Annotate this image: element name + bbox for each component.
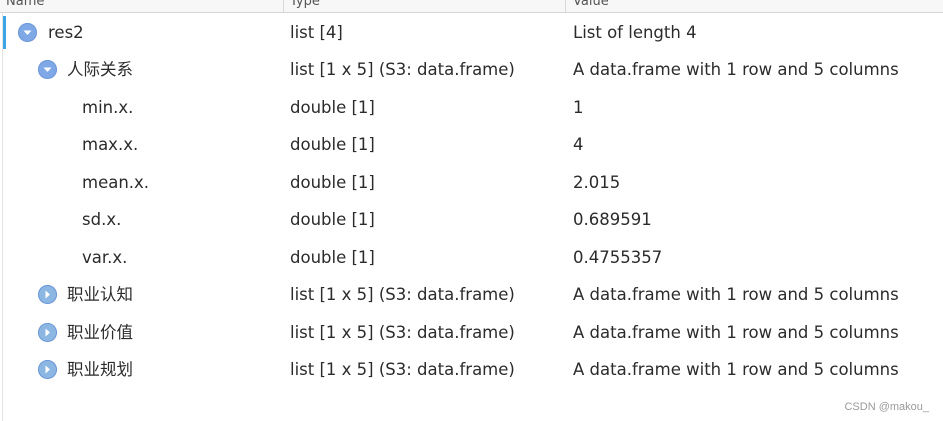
row-value: 1	[573, 98, 584, 117]
row-value: List of length 4	[573, 23, 697, 42]
row-type: double [1]	[290, 248, 375, 267]
chevron-down-icon[interactable]	[18, 23, 37, 42]
row-type: list [1 x 5] (S3: data.frame)	[290, 60, 515, 79]
row-value: A data.frame with 1 row and 5 columns	[573, 323, 899, 342]
row-value: 0.4755357	[573, 248, 663, 267]
selection-indicator	[3, 16, 6, 49]
tree-row-group-3[interactable]: 职业价值 list [1 x 5] (S3: data.frame) A dat…	[0, 314, 943, 351]
row-name: min.x.	[82, 98, 134, 117]
row-name: 人际关系	[67, 60, 133, 79]
column-header-type[interactable]: Type	[290, 0, 320, 10]
chevron-right-icon[interactable]	[38, 360, 57, 379]
row-name: 职业价值	[67, 323, 133, 342]
row-type: double [1]	[290, 135, 375, 154]
row-name: 职业认知	[67, 285, 133, 304]
row-type: double [1]	[290, 98, 375, 117]
column-divider[interactable]	[283, 0, 284, 12]
row-value: 2.015	[573, 173, 621, 192]
column-header-bar: Name Type Value	[0, 0, 943, 13]
row-value: A data.frame with 1 row and 5 columns	[573, 360, 899, 379]
row-value: 0.689591	[573, 210, 652, 229]
row-name: res2	[48, 23, 84, 42]
row-type: double [1]	[290, 210, 375, 229]
row-name: max.x.	[82, 135, 139, 154]
row-type: list [1 x 5] (S3: data.frame)	[290, 360, 515, 379]
row-type: double [1]	[290, 173, 375, 192]
tree-row-max-x[interactable]: max.x. double [1] 4	[0, 126, 943, 163]
row-value: A data.frame with 1 row and 5 columns	[573, 285, 899, 304]
tree-row-group-2[interactable]: 职业认知 list [1 x 5] (S3: data.frame) A dat…	[0, 276, 943, 313]
row-value: A data.frame with 1 row and 5 columns	[573, 60, 899, 79]
chevron-right-icon[interactable]	[38, 285, 57, 304]
column-header-name[interactable]: Name	[6, 0, 44, 10]
column-header-value[interactable]: Value	[573, 0, 609, 10]
object-viewer: Name Type Value res2 list [4] List of le…	[0, 0, 943, 421]
row-type: list [4]	[290, 23, 343, 42]
chevron-right-icon[interactable]	[38, 323, 57, 342]
tree-row-group-4[interactable]: 职业规划 list [1 x 5] (S3: data.frame) A dat…	[0, 351, 943, 388]
row-name: sd.x.	[82, 210, 122, 229]
watermark-text: CSDN @makou_	[844, 401, 929, 413]
row-value: 4	[573, 135, 584, 154]
tree-row-group-1[interactable]: 人际关系 list [1 x 5] (S3: data.frame) A dat…	[0, 51, 943, 88]
column-divider[interactable]	[565, 0, 566, 12]
row-name: mean.x.	[82, 173, 150, 192]
row-type: list [1 x 5] (S3: data.frame)	[290, 285, 515, 304]
tree-row-sd-x[interactable]: sd.x. double [1] 0.689591	[0, 201, 943, 238]
row-type: list [1 x 5] (S3: data.frame)	[290, 323, 515, 342]
tree-row-min-x[interactable]: min.x. double [1] 1	[0, 89, 943, 126]
tree-row-var-x[interactable]: var.x. double [1] 0.4755357	[0, 239, 943, 276]
tree-row-res2[interactable]: res2 list [4] List of length 4	[0, 14, 943, 51]
row-name: 职业规划	[67, 360, 133, 379]
chevron-down-icon[interactable]	[38, 60, 57, 79]
row-name: var.x.	[82, 248, 128, 267]
tree-row-mean-x[interactable]: mean.x. double [1] 2.015	[0, 164, 943, 201]
